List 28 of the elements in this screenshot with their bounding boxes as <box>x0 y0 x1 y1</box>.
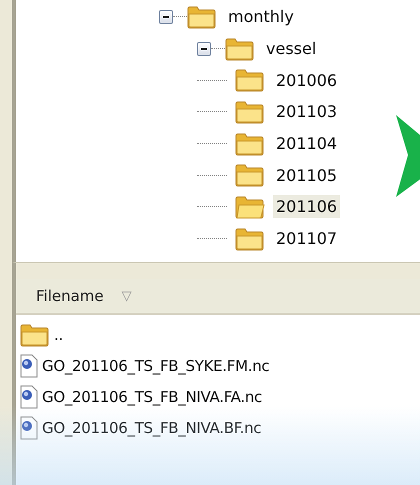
tree-item[interactable]: 201006 <box>273 68 340 92</box>
folder-icon <box>235 163 265 188</box>
folder-icon <box>20 322 50 346</box>
folder-icon <box>187 4 217 29</box>
file-item[interactable]: GO_201106_TS_FB_SYKE.FM.nc <box>42 356 270 374</box>
tree-item[interactable]: 201106 <box>273 195 340 218</box>
folder-icon <box>235 132 265 156</box>
column-header[interactable]: Filename ▽ <box>16 279 420 315</box>
collapse-icon[interactable] <box>159 10 173 24</box>
folder-icon <box>235 100 265 124</box>
folder-icon <box>235 68 265 92</box>
tree-item[interactable]: vessel <box>263 37 320 60</box>
tree-item[interactable]: 201104 <box>273 132 340 156</box>
tree-item[interactable]: monthly <box>225 5 297 28</box>
file-icon <box>20 354 38 378</box>
sort-icon: ▽ <box>122 288 132 304</box>
open-folder-icon <box>235 194 265 219</box>
collapse-icon[interactable] <box>197 42 211 56</box>
file-icon <box>20 384 38 408</box>
file-item[interactable]: GO_201106_TS_FB_NIVA.FA.nc <box>42 388 262 406</box>
file-item[interactable]: GO_201106_TS_FB_NIVA.BF.nc <box>42 418 262 436</box>
folder-icon <box>235 226 265 251</box>
tree-item[interactable]: 201103 <box>273 100 340 124</box>
tree-item[interactable]: 201105 <box>273 164 340 187</box>
file-item[interactable]: .. <box>54 326 63 344</box>
tree-item[interactable]: 201107 <box>273 227 340 250</box>
folder-icon <box>225 36 255 61</box>
file-icon <box>20 416 38 440</box>
